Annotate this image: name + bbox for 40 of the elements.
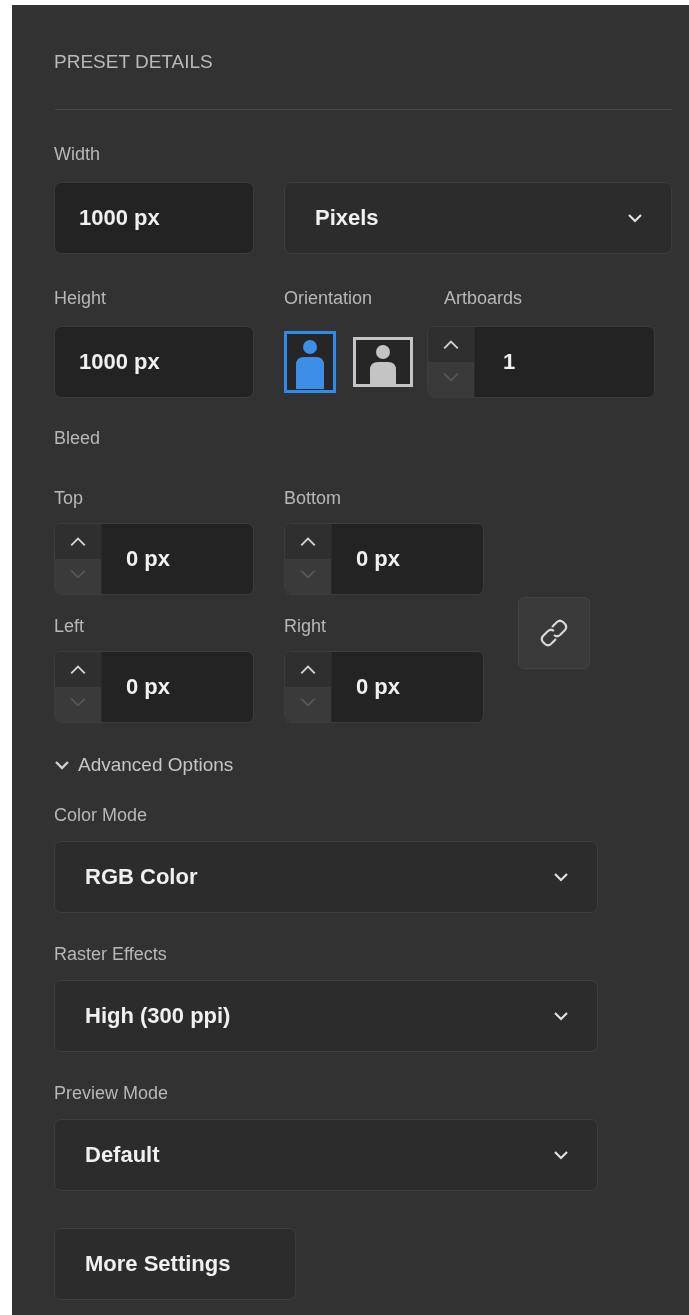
section-title: PRESET DETAILS [54,50,214,74]
advanced-options-toggle[interactable]: Advanced Options [54,753,234,777]
chevron-up-icon[interactable] [55,652,101,687]
select-dropdown[interactable]: Default [54,1119,598,1191]
bleed-stepper[interactable]: 0 px [284,651,484,723]
chevron-down-icon [54,759,70,771]
select-dropdown[interactable]: High (300 ppi) [54,980,598,1052]
chevron-down-icon [553,1011,569,1021]
chevron-up-icon[interactable] [428,327,474,362]
landscape-orientation-button[interactable] [353,337,413,387]
select-dropdown[interactable]: RGB Color [54,841,598,913]
bleed-stepper[interactable]: 0 px [54,523,254,595]
chevron-down-icon [553,872,569,882]
link-button[interactable] [518,596,590,669]
more-settings-button[interactable]: More Settings [54,1228,296,1300]
chevron-up-icon[interactable] [285,524,331,559]
field-label: Preview Mode [54,1082,170,1105]
height-field[interactable]: 1000 px [54,326,254,398]
field-label: Left [54,615,86,638]
field-label: Top [54,487,85,510]
field-label: Bottom [284,487,343,510]
field-label: Artboards [444,287,523,310]
portrait-orientation-button[interactable] [284,331,336,393]
units-dropdown[interactable]: Pixels [284,182,672,254]
chevron-up-icon[interactable] [55,524,101,559]
link-icon [539,617,569,648]
bleed-label: Bleed [54,427,102,450]
chevron-up-icon[interactable] [285,652,331,687]
chevron-down-icon [627,213,643,223]
field-label: Width [54,143,101,166]
bleed-stepper[interactable]: 0 px [284,523,484,595]
bleed-stepper[interactable]: 0 px [54,651,254,723]
field-label: Raster Effects [54,943,168,966]
field-label: Orientation [284,287,374,310]
field-label: Right [284,615,328,638]
field-label: Height [54,287,108,310]
chevron-down-icon [553,1150,569,1160]
width-field[interactable]: 1000 px [54,182,254,254]
field-label: Color Mode [54,804,149,827]
artboards-stepper[interactable]: 1 [427,326,655,398]
